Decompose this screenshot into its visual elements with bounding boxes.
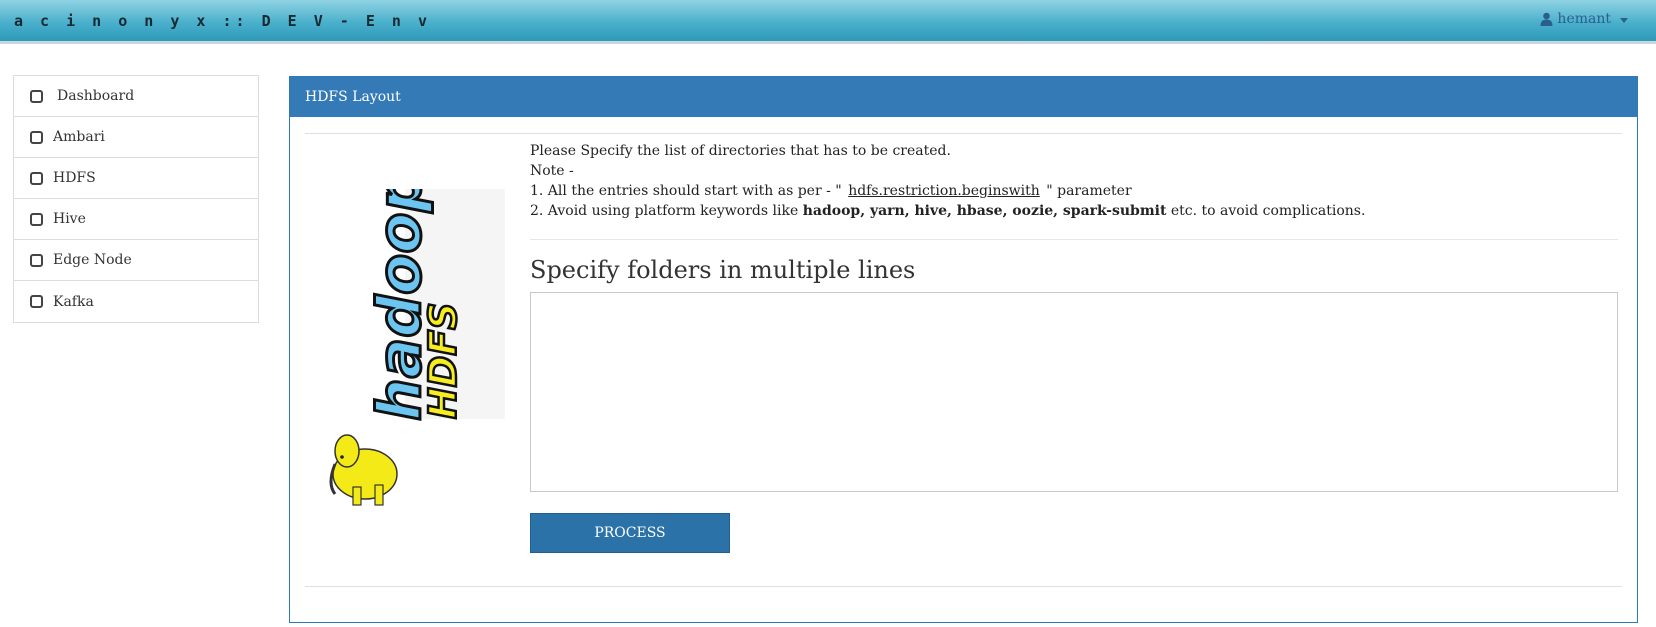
checkbox-icon	[30, 212, 43, 226]
param-link[interactable]: hdfs.restriction.beginswith	[846, 183, 1042, 199]
divider	[305, 586, 1622, 587]
checkbox-icon	[30, 130, 43, 144]
note-label: Note -	[530, 163, 574, 179]
process-button[interactable]: PROCESS	[530, 513, 730, 553]
divider	[530, 239, 1618, 240]
elephant-icon	[329, 434, 398, 506]
chevron-down-icon	[1620, 17, 1628, 23]
app-brand[interactable]: a c i n o n y x :: D E V - E n v	[14, 12, 431, 30]
sidebar-item-label: Hive	[53, 211, 86, 227]
sidebar-item-label: Dashboard	[57, 88, 135, 104]
section-heading: Specify folders in multiple lines	[530, 256, 916, 284]
sidebar-item-label: Ambari	[53, 129, 105, 145]
sidebar-item-edge-node[interactable]: Edge Node	[14, 240, 258, 281]
checkbox-icon	[30, 253, 43, 267]
divider	[305, 133, 1622, 134]
reserved-keywords: hadoop, yarn, hive, hbase, oozie, spark-…	[802, 203, 1167, 219]
hdfs-layout-panel: HDFS Layout hadoop HDFS Please Specify t…	[289, 76, 1638, 623]
sidebar-item-label: Kafka	[53, 293, 94, 310]
hadoop-hdfs-logo: hadoop HDFS	[329, 189, 505, 506]
content-area: Please Specify the list of directories t…	[530, 141, 1618, 553]
top-navbar: a c i n o n y x :: D E V - E n v hemant	[0, 0, 1656, 44]
instruction-line: Please Specify the list of directories t…	[530, 143, 951, 159]
sidebar-item-label: Edge Node	[53, 252, 132, 268]
user-icon	[1540, 12, 1553, 26]
checkbox-icon	[30, 171, 43, 185]
sidebar-item-hive[interactable]: Hive	[14, 199, 258, 240]
user-name: hemant	[1557, 11, 1611, 27]
folders-textarea[interactable]	[530, 292, 1618, 492]
panel-title: HDFS Layout	[290, 77, 1637, 117]
checkbox-icon	[30, 295, 43, 308]
instruction-entry-2: 2. Avoid using platform keywords like ha…	[530, 203, 1366, 219]
sidebar-item-hdfs[interactable]: HDFS	[14, 158, 258, 199]
instructions: Please Specify the list of directories t…	[530, 141, 1618, 221]
sidebar-item-kafka[interactable]: Kafka	[14, 281, 258, 322]
sidebar: Dashboard Ambari HDFS Hive Edge Node Kaf…	[13, 75, 259, 323]
logo-text-hdfs: HDFS	[421, 302, 465, 419]
checkbox-icon	[30, 89, 43, 103]
sidebar-item-label: HDFS	[53, 170, 96, 186]
sidebar-item-ambari[interactable]: Ambari	[14, 117, 258, 158]
user-menu[interactable]: hemant	[1540, 11, 1628, 27]
sidebar-item-dashboard[interactable]: Dashboard	[14, 76, 258, 117]
instruction-entry-1: 1. All the entries should start with as …	[530, 183, 1132, 199]
